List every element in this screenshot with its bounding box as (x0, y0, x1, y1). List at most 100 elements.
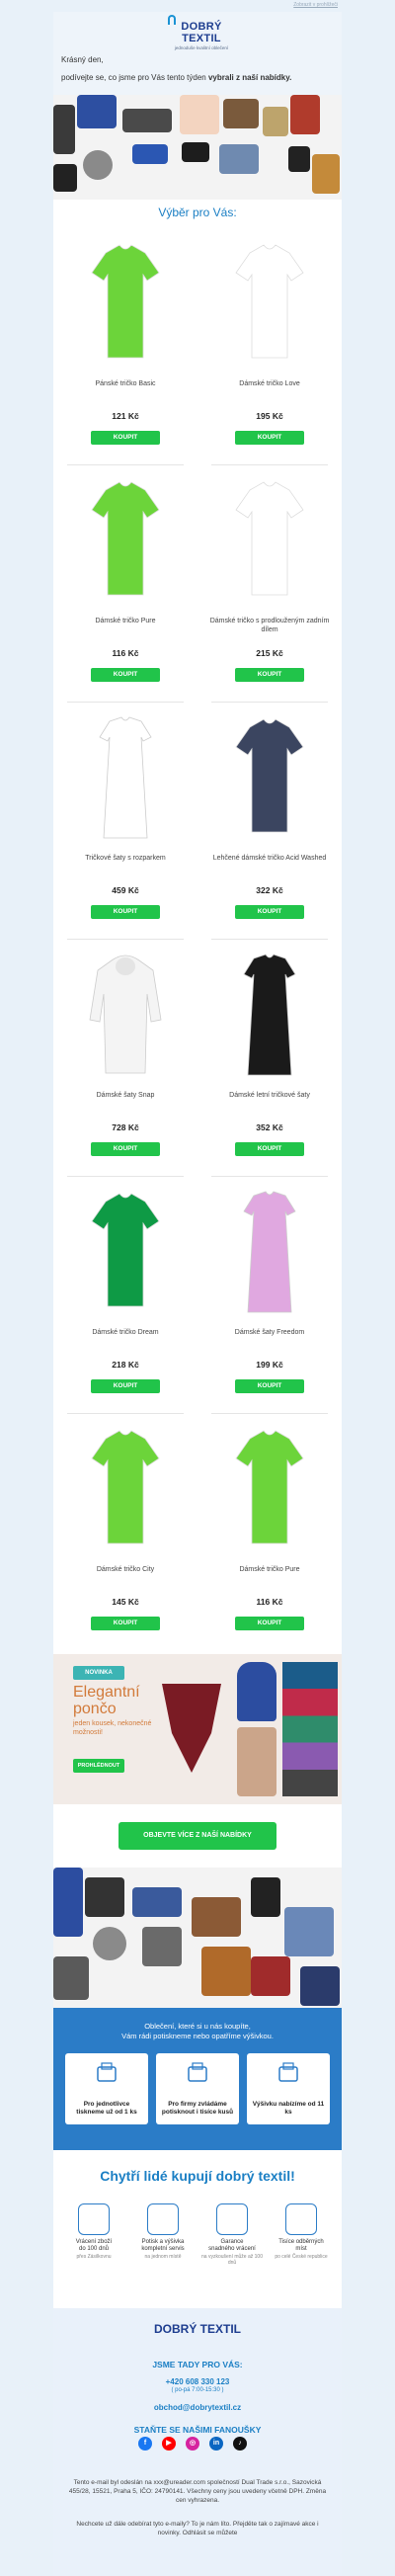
more-offers-button[interactable]: OBJEVTE VÍCE Z NAŠÍ NABÍDKY (118, 1822, 276, 1850)
pickup-point-icon (285, 2203, 317, 2235)
row-divider (67, 1413, 184, 1414)
product-image[interactable] (220, 951, 319, 1079)
product-card[interactable]: Lehčené dámské tričko Acid Washed 322 Kč… (198, 713, 342, 941)
print-feature-card: Výšivku nabízíme od 11 ks (247, 2053, 330, 2124)
buy-button[interactable]: KOUPIT (91, 431, 160, 445)
model-photo-2 (237, 1727, 276, 1796)
product-image[interactable] (76, 951, 175, 1079)
product-name[interactable]: Dámské tričko City (61, 1565, 190, 1574)
logo[interactable]: DOBRÝ TEXTIL jednoduše kvalitní oblečení (162, 15, 241, 50)
buy-button[interactable]: KOUPIT (235, 668, 304, 682)
usp-head: Vrácení zboží (75, 2239, 113, 2245)
product-card[interactable]: Dámské letní tričkové šaty 352 Kč KOUPIT (198, 951, 342, 1178)
youtube-icon[interactable]: ▶ (162, 2437, 176, 2451)
hero-collage-image (53, 95, 342, 200)
scarf-stack-image (282, 1662, 338, 1796)
usp-item: Potisk a výšivka kompletní servis na jedn… (130, 2203, 196, 2260)
email-canvas: Zobrazit v prohlížeči DOBRÝ TEXTIL jedno… (0, 0, 395, 2576)
printer-icon (97, 2062, 117, 2082)
social-icons: f ▶ ◎ in ♪ (138, 2437, 257, 2451)
buy-button[interactable]: KOUPIT (91, 1617, 160, 1630)
product-image[interactable] (76, 713, 175, 842)
usp-item: Garance snadného vrácení na vyzkoušení mů… (199, 2203, 265, 2266)
product-card[interactable]: Dámské tričko Pure 116 Kč KOUPIT (53, 476, 198, 704)
product-name[interactable]: Dámské tričko Dream (61, 1328, 190, 1337)
email-link[interactable]: obchod@dobrytextil.cz (53, 2403, 342, 2412)
product-image[interactable] (220, 1188, 319, 1316)
view-in-browser-link[interactable]: Zobrazit v prohlížeči (293, 2, 338, 8)
print-shirt-icon (147, 2203, 179, 2235)
buy-button[interactable]: KOUPIT (235, 1142, 304, 1156)
product-image[interactable] (76, 476, 175, 605)
product-card[interactable]: Dámské tričko Dream 218 Kč KOUPIT (53, 1188, 198, 1415)
product-image[interactable] (76, 1425, 175, 1553)
logo-mark-icon (168, 15, 176, 25)
usp-section: Chytří lidé kupují dobrý textil! Vrácení… (53, 2150, 342, 2308)
product-card[interactable]: Dámské tričko City 145 Kč KOUPIT (53, 1425, 198, 1652)
product-name[interactable]: Dámské šaty Freedom (205, 1328, 334, 1337)
section-title: Výběr pro Vás: (158, 206, 237, 219)
promo-banner[interactable]: NOVINKA Elegantní pončo jeden kousek, ne… (53, 1654, 342, 1804)
print-service-box: Oblečení, které si u nás koupíte, Vám rá… (53, 2008, 342, 2150)
footer-logo[interactable]: DOBRÝ TEXTIL (53, 2322, 342, 2336)
product-image[interactable] (220, 1425, 319, 1553)
usp-detail: na jednom místě (144, 2254, 182, 2260)
product-name[interactable]: Dámské tričko Love (205, 379, 334, 388)
legal-text: Tento e-mail byl odeslán na xxx@ureader.… (68, 2479, 327, 2504)
model-photo (237, 1662, 276, 1721)
usp-head: Potisk a výšivka (141, 2239, 185, 2245)
row-divider (67, 702, 184, 703)
product-card[interactable]: Pánské tričko Basic 121 Kč KOUPIT (53, 239, 198, 466)
buy-button[interactable]: KOUPIT (235, 1617, 304, 1630)
product-name[interactable]: Dámské tričko Pure (205, 1565, 334, 1574)
facebook-icon[interactable]: f (138, 2437, 152, 2451)
unsubscribe-text[interactable]: Nechcete už dále odebírat tyto e-maily? … (53, 2520, 342, 2537)
instagram-icon[interactable]: ◎ (186, 2437, 199, 2451)
buy-button[interactable]: KOUPIT (91, 668, 160, 682)
product-name[interactable]: Dámské tričko Pure (61, 617, 190, 625)
usp-detail: přes Zásilkovnu (76, 2254, 112, 2260)
buy-button[interactable]: KOUPIT (91, 905, 160, 919)
product-image[interactable] (220, 713, 319, 842)
product-image[interactable] (76, 1188, 175, 1316)
linkedin-icon[interactable]: in (209, 2437, 223, 2451)
product-name[interactable]: Tričkové šaty s rozparkem (61, 854, 190, 863)
product-name[interactable]: Dámské tričko s prodlouženým zadním díle… (205, 617, 334, 634)
product-name[interactable]: Pánské tričko Basic (61, 379, 190, 388)
usp-detail: po celé České republice (275, 2254, 328, 2260)
contact-title: JSME TADY PRO VÁS: (152, 2360, 243, 2369)
buy-button[interactable]: KOUPIT (235, 431, 304, 445)
product-name[interactable]: Dámské letní tričkové šaty (205, 1091, 334, 1100)
product-card[interactable]: Dámské tričko Love 195 Kč KOUPIT (198, 239, 342, 466)
product-price: 195 Kč (256, 411, 283, 421)
usp-detail: na vyzkoušení může až 100 dnů (201, 2254, 263, 2266)
product-price: 215 Kč (256, 648, 283, 658)
product-image[interactable] (220, 239, 319, 368)
print-line-1: Oblečení, které si u nás koupíte, (144, 2022, 251, 2031)
poncho-image (162, 1684, 221, 1773)
tiktok-icon[interactable]: ♪ (233, 2437, 247, 2451)
buy-button[interactable]: KOUPIT (235, 1379, 304, 1393)
row-divider (67, 464, 184, 465)
product-name[interactable]: Dámské šaty Snap (61, 1091, 190, 1100)
product-card[interactable]: Dámské tričko s prodlouženým zadním díle… (198, 476, 342, 704)
print-line-2: Vám rádi potiskneme nebo opatříme výšivk… (121, 2032, 274, 2040)
phone-link[interactable]: +420 608 330 123 (53, 2377, 342, 2386)
buy-button[interactable]: KOUPIT (91, 1142, 160, 1156)
product-image[interactable] (76, 239, 175, 368)
buy-button[interactable]: KOUPIT (91, 1379, 160, 1393)
print-feature-card: Pro firmy zvládáme potisknout i tisíce k… (156, 2053, 239, 2124)
product-card[interactable]: Dámské šaty Snap 728 Kč KOUPIT (53, 951, 198, 1178)
promo-cta-button[interactable]: PROHLÉDNOUT (73, 1759, 124, 1773)
buy-button[interactable]: KOUPIT (235, 905, 304, 919)
fans-title: STAŇTE SE NAŠIMI FANOUŠKY (133, 2425, 262, 2435)
product-price: 218 Kč (112, 1360, 139, 1370)
product-card[interactable]: Dámské šaty Freedom 199 Kč KOUPIT (198, 1188, 342, 1415)
product-image[interactable] (220, 476, 319, 605)
product-card[interactable]: Tričkové šaty s rozparkem 459 Kč KOUPIT (53, 713, 198, 941)
product-card[interactable]: Dámské tričko Pure 116 Kč KOUPIT (198, 1425, 342, 1652)
product-name[interactable]: Lehčené dámské tričko Acid Washed (205, 854, 334, 863)
usp-desc: kompletní servis (141, 2246, 185, 2252)
embroidered-shirt-icon (278, 2062, 298, 2082)
row-divider (211, 702, 328, 703)
